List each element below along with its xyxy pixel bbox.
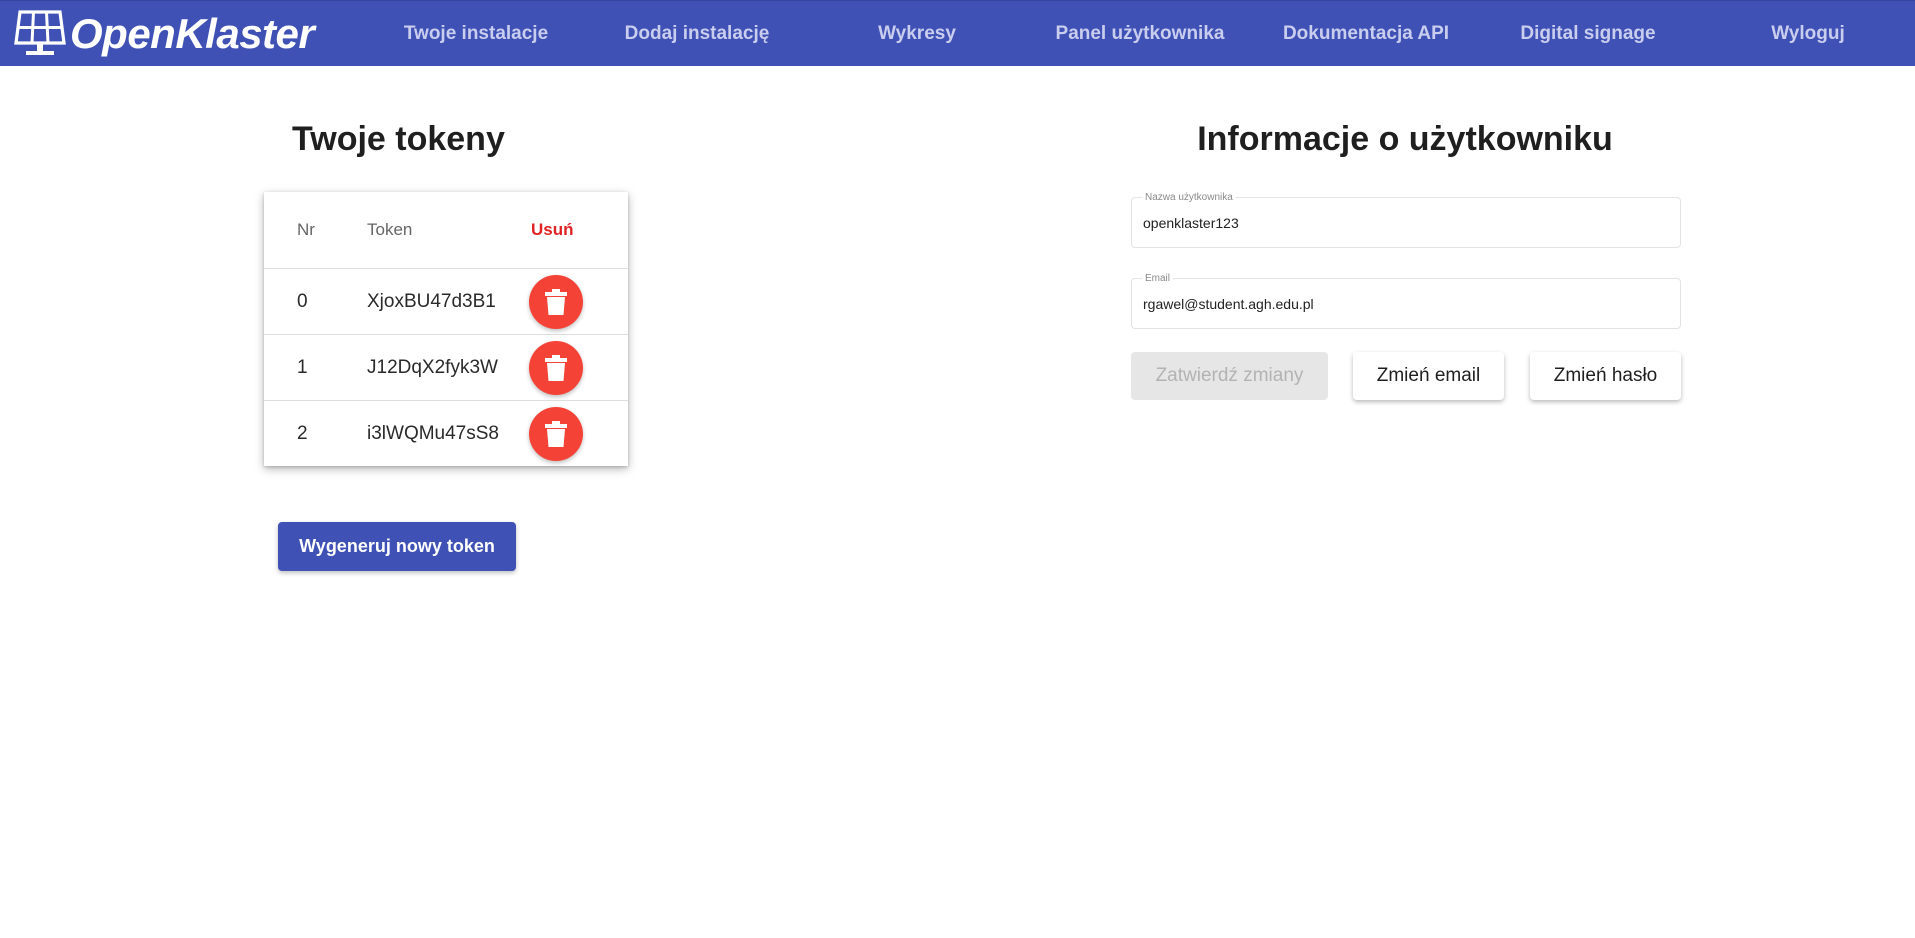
tokens-table-card: Nr Token Usuń 0 XjoxBU47d3B1 1 J12DqX2fy… <box>264 192 628 466</box>
change-email-button[interactable]: Zmień email <box>1353 352 1504 400</box>
change-password-button[interactable]: Zmień hasło <box>1530 352 1681 400</box>
nav-panel-uzytkownika[interactable]: Panel użytkownika <box>1030 1 1250 67</box>
table-row: 0 XjoxBU47d3B1 <box>264 268 628 335</box>
delete-cell <box>529 268 628 335</box>
delete-token-button[interactable] <box>529 406 583 461</box>
logo[interactable]: OpenKlaster <box>14 9 315 59</box>
username-input[interactable] <box>1143 215 1663 231</box>
delete-cell <box>529 401 628 467</box>
trash-icon <box>545 288 567 315</box>
column-header-nr: Nr <box>264 192 367 269</box>
email-input[interactable] <box>1143 296 1663 312</box>
generate-token-button[interactable]: Wygeneruj nowy token <box>278 522 516 571</box>
table-header-row: Nr Token Usuń <box>264 192 628 269</box>
delete-cell <box>529 334 628 401</box>
email-field: Email <box>1131 273 1681 329</box>
token-value: i3lWQMu47sS8 <box>367 422 499 444</box>
email-label: Email <box>1142 273 1174 285</box>
solar-panel-icon <box>14 10 66 55</box>
nav-wyloguj[interactable]: Wyloguj <box>1733 1 1883 67</box>
nav-twoje-instalacje[interactable]: Twoje instalacje <box>381 1 571 67</box>
trash-icon <box>545 420 567 447</box>
user-info-title: Informacje o użytkowniku <box>1197 120 1613 158</box>
column-header-token: Token <box>367 192 531 269</box>
table-row: 2 i3lWQMu47sS8 <box>264 401 628 467</box>
token-nr: 1 <box>264 334 367 401</box>
table-row: 1 J12DqX2fyk3W <box>264 334 628 401</box>
trash-icon <box>545 354 567 381</box>
confirm-changes-button[interactable]: Zatwierdź zmiany <box>1131 352 1328 400</box>
tokens-title: Twoje tokeny <box>292 120 505 158</box>
token-value: XjoxBU47d3B1 <box>367 268 531 335</box>
tokens-table: Nr Token Usuń 0 XjoxBU47d3B1 1 J12DqX2fy… <box>264 192 628 466</box>
token-nr: 2 <box>297 422 308 444</box>
top-navbar: OpenKlaster Twoje instalacje Dodaj insta… <box>0 0 1915 66</box>
nav-digital-signage[interactable]: Digital signage <box>1488 1 1688 67</box>
username-label: Nazwa użytkownika <box>1142 192 1236 204</box>
nav-dokumentacja-api[interactable]: Dokumentacja API <box>1256 1 1476 67</box>
username-field: Nazwa użytkownika <box>1131 192 1681 248</box>
delete-token-button[interactable] <box>529 340 583 395</box>
nav-dodaj-instalacje[interactable]: Dodaj instalację <box>602 1 792 67</box>
column-header-delete: Usuń <box>531 192 628 269</box>
delete-token-button[interactable] <box>529 274 583 329</box>
nav-wykresy[interactable]: Wykresy <box>832 1 1002 67</box>
token-nr: 0 <box>264 268 367 335</box>
token-value: J12DqX2fyk3W <box>367 334 531 401</box>
logo-text: OpenKlaster <box>70 10 315 57</box>
